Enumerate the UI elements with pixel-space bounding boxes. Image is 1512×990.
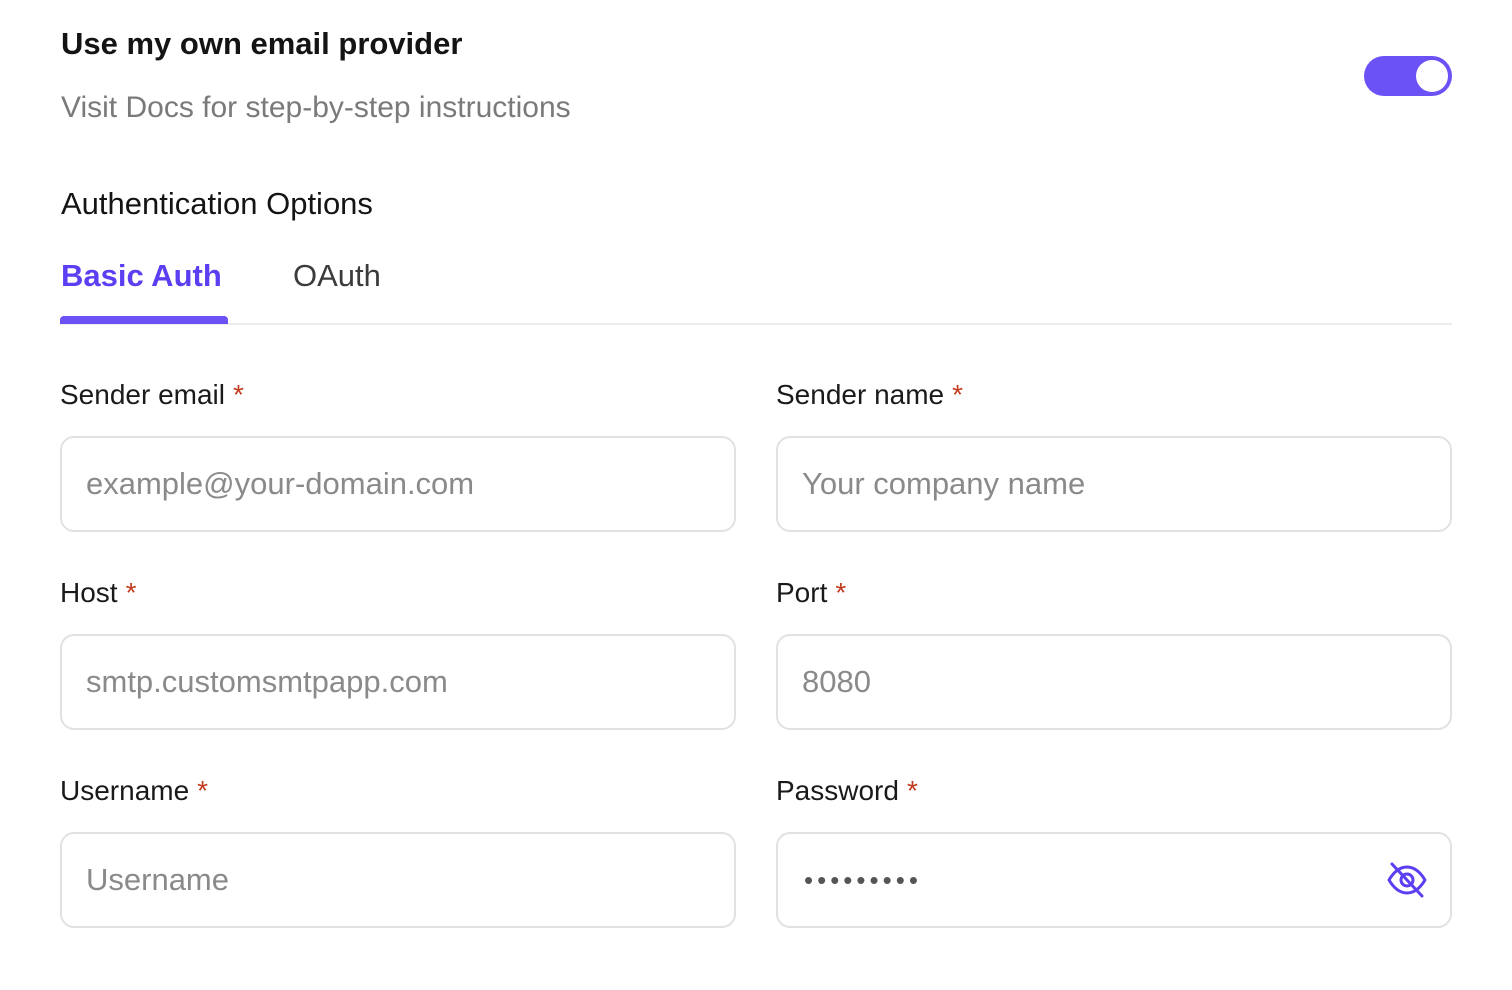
host-label: Host * xyxy=(60,577,137,608)
port-input[interactable] xyxy=(802,636,1422,728)
required-marker: * xyxy=(952,379,964,410)
required-marker: * xyxy=(835,577,847,608)
host-field-box xyxy=(60,634,736,730)
port-label: Port * xyxy=(776,577,847,608)
required-marker: * xyxy=(232,379,244,410)
sender-email-field-box xyxy=(60,436,736,532)
auth-options-heading: Authentication Options xyxy=(61,186,373,221)
username-input[interactable] xyxy=(86,834,706,926)
port-field-box xyxy=(776,634,1452,730)
required-marker: * xyxy=(197,775,209,806)
required-marker: * xyxy=(906,775,918,806)
auth-tabs: Basic Auth OAuth xyxy=(60,250,1452,326)
sender-name-field-box xyxy=(776,436,1452,532)
username-label: Username * xyxy=(60,775,209,806)
eye-off-icon[interactable] xyxy=(1386,860,1428,900)
email-provider-settings: Use my own email provider Visit Docs for… xyxy=(0,0,1512,990)
tab-basic-auth[interactable]: Basic Auth xyxy=(61,256,222,296)
sender-email-input[interactable] xyxy=(86,438,706,530)
host-input[interactable] xyxy=(86,636,706,728)
password-masked-value: ••••••••• xyxy=(804,865,922,895)
sender-email-label: Sender email * xyxy=(60,379,244,410)
sender-name-label: Sender name * xyxy=(776,379,964,410)
active-tab-indicator xyxy=(60,316,228,324)
password-field[interactable]: ••••••••• xyxy=(776,832,1452,928)
provider-subtitle: Visit Docs for step-by-step instructions xyxy=(61,91,571,124)
username-field-box xyxy=(60,832,736,928)
password-label: Password * xyxy=(776,775,918,806)
provider-title: Use my own email provider xyxy=(61,26,463,61)
required-marker: * xyxy=(125,577,137,608)
sender-name-input[interactable] xyxy=(802,438,1422,530)
own-provider-toggle[interactable] xyxy=(1364,56,1452,96)
toggle-knob xyxy=(1416,60,1448,92)
tabs-divider xyxy=(60,323,1452,325)
tab-oauth[interactable]: OAuth xyxy=(293,256,381,296)
